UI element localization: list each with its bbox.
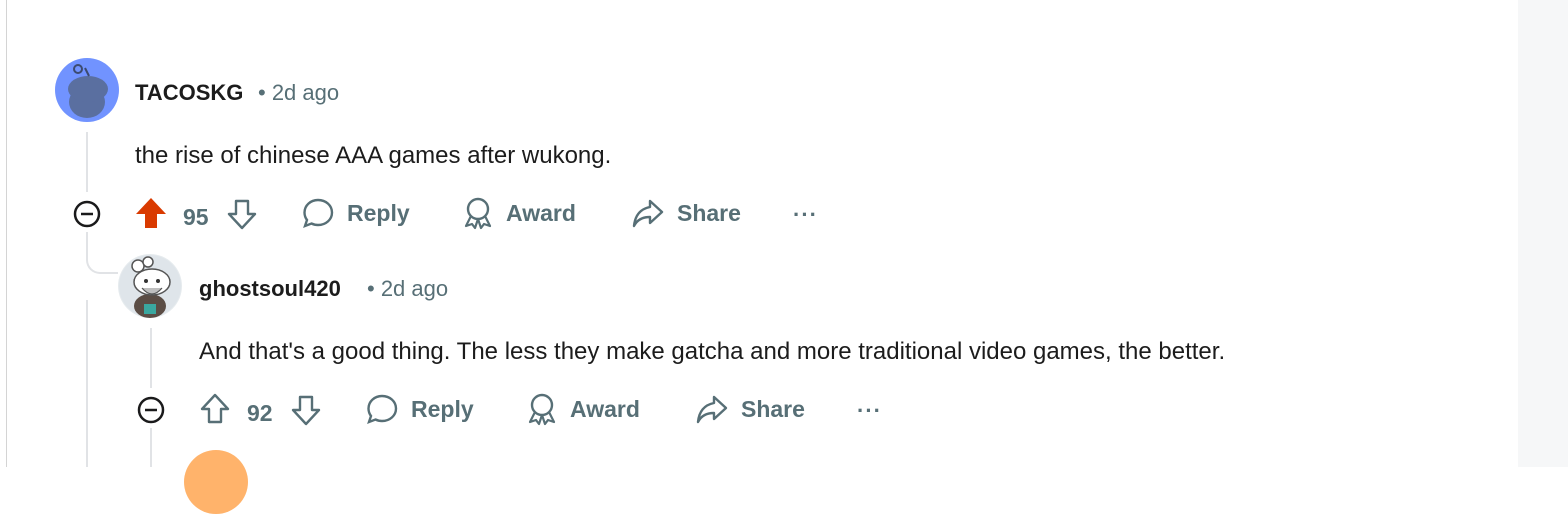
avatar[interactable] xyxy=(55,58,119,122)
comment-author[interactable]: TACOSKG xyxy=(135,80,243,106)
thread-line xyxy=(150,328,152,388)
downvote-icon[interactable] xyxy=(290,394,322,426)
thread-branch xyxy=(86,232,118,274)
comment-author[interactable]: ghostsoul420 xyxy=(199,276,341,302)
thread-line xyxy=(150,428,152,467)
share-button[interactable]: Share xyxy=(695,392,805,426)
collapse-thread-icon[interactable] xyxy=(136,395,166,425)
thread-line xyxy=(86,132,88,192)
reply-label: Reply xyxy=(347,199,410,226)
comment-bubble-icon xyxy=(303,198,334,229)
vote-count: 95 xyxy=(183,204,209,230)
share-label: Share xyxy=(741,395,805,422)
comment-bubble-icon xyxy=(367,394,398,425)
award-button[interactable]: Award xyxy=(462,196,576,230)
reply-label: Reply xyxy=(411,395,474,422)
collapse-thread-icon[interactable] xyxy=(72,199,102,229)
avatar[interactable] xyxy=(118,254,182,318)
more-options-button[interactable]: ··· xyxy=(857,398,882,424)
award-label: Award xyxy=(506,199,576,226)
snoo-avatar-icon xyxy=(68,64,108,118)
award-label: Award xyxy=(570,395,640,422)
right-sidebar-panel xyxy=(1518,0,1568,467)
vote-count: 92 xyxy=(247,400,273,426)
reply-button[interactable]: Reply xyxy=(301,196,410,230)
thread-line xyxy=(86,300,88,467)
reply-button[interactable]: Reply xyxy=(365,392,474,426)
share-icon xyxy=(696,395,728,424)
comment-body: And that's a good thing. The less they m… xyxy=(199,338,1226,365)
more-options-button[interactable]: ··· xyxy=(793,202,818,228)
upvote-icon[interactable] xyxy=(135,196,167,230)
award-icon xyxy=(464,197,492,230)
comment-timestamp[interactable]: • 2d ago xyxy=(367,276,448,302)
page-border xyxy=(6,0,7,467)
share-button[interactable]: Share xyxy=(631,196,741,230)
award-button[interactable]: Award xyxy=(526,392,640,426)
share-label: Share xyxy=(677,199,741,226)
downvote-icon[interactable] xyxy=(226,198,258,230)
comment-body: the rise of chinese AAA games after wuko… xyxy=(135,142,612,169)
snoo-avatar-icon xyxy=(119,255,181,318)
upvote-icon[interactable] xyxy=(199,393,231,425)
award-icon xyxy=(528,393,556,426)
share-icon xyxy=(632,199,664,228)
comment-timestamp[interactable]: • 2d ago xyxy=(258,80,339,106)
avatar[interactable] xyxy=(184,450,248,514)
